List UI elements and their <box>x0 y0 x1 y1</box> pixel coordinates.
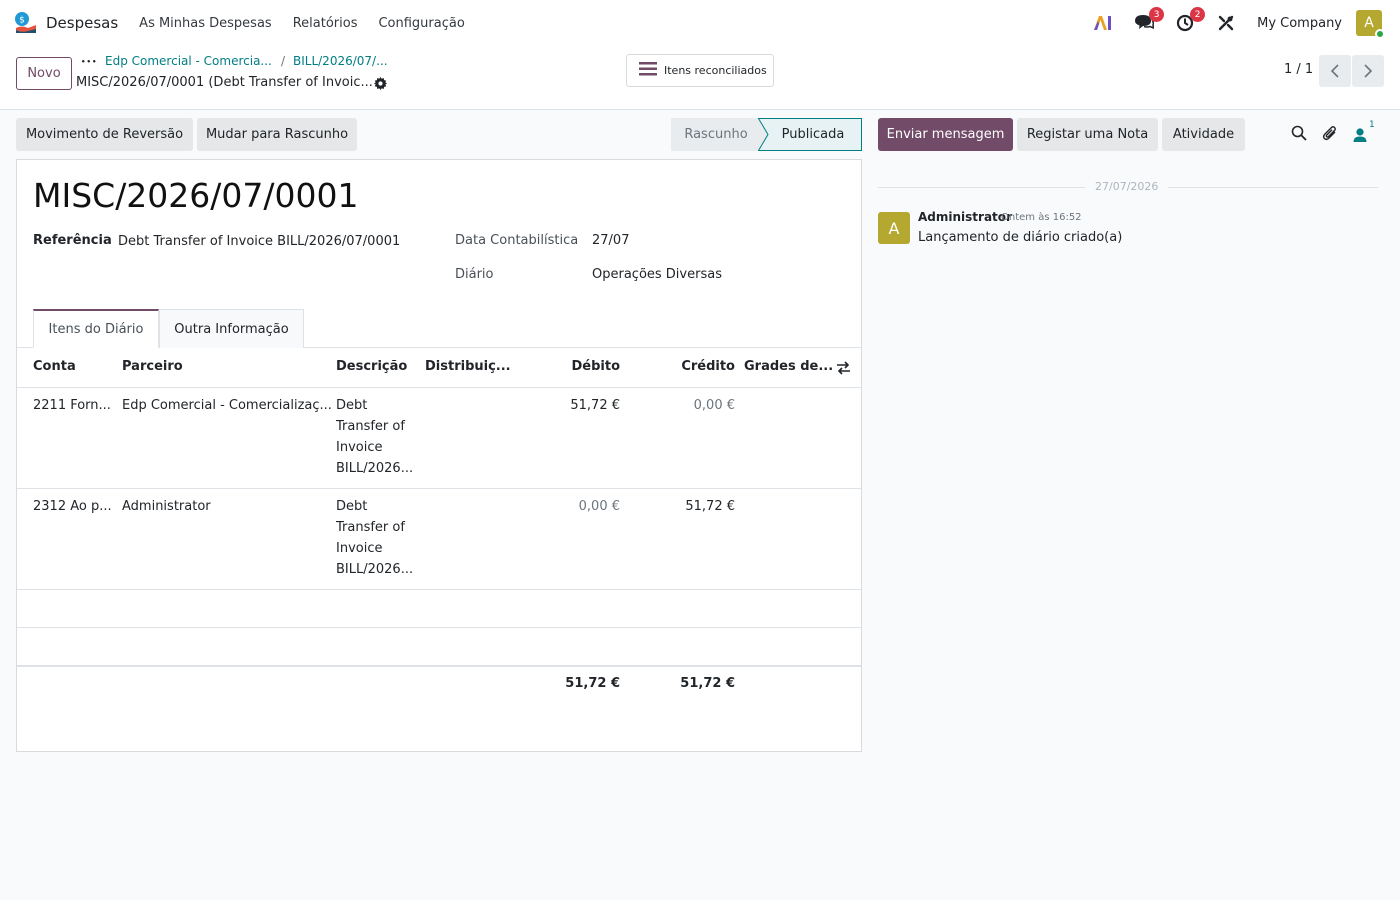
accounting-date-label: Data Contabilística <box>455 233 579 248</box>
activities-badge: 2 <box>1190 7 1206 22</box>
gear-icon[interactable] <box>374 77 387 94</box>
expenses-app-icon[interactable]: $ <box>14 11 38 35</box>
optional-columns-toggle-icon[interactable] <box>836 361 851 379</box>
breadcrumb-separator: / <box>281 54 286 68</box>
col-description[interactable]: Descrição <box>336 359 407 374</box>
stage-posted-label: Publicada <box>781 127 845 142</box>
accounting-date-value[interactable]: 27/07 <box>592 233 629 248</box>
line-debit[interactable]: 0,00 € <box>520 499 620 514</box>
grid-header: Conta Parceiro Descrição Distribuiç... D… <box>17 348 861 388</box>
reference-value[interactable]: Debt Transfer of Invoice BILL/2026/07/00… <box>118 234 400 249</box>
reference-label: Referência <box>33 233 112 248</box>
separator-line <box>878 187 1085 188</box>
list-icon <box>639 62 657 79</box>
message-body: Lançamento de diário criado(a) <box>918 230 1123 245</box>
tab-journal-items[interactable]: Itens do Diário <box>33 309 159 348</box>
breadcrumb-current-record: MISC/2026/07/0001 (Debt Transfer of Invo… <box>76 75 373 90</box>
empty-row[interactable] <box>17 628 861 666</box>
chatter-date-separator: 27/07/2026 <box>878 180 1378 194</box>
line-account[interactable]: 2211 Forn... <box>33 398 111 413</box>
line-partner[interactable]: Administrator <box>122 499 211 514</box>
pager-value[interactable]: 1 / 1 <box>1284 62 1313 77</box>
tab-other-info[interactable]: Outra Informação <box>159 309 304 348</box>
empty-row[interactable] <box>17 590 861 628</box>
line-partner[interactable]: Edp Comercial - Comercializaç... <box>122 398 332 413</box>
total-debit: 51,72 € <box>565 676 620 691</box>
message-timestamp: Ontem às 16:52 <box>1001 212 1082 223</box>
form-tabs: Itens do Diário Outra Informação <box>17 309 861 348</box>
ai-icon[interactable] <box>1092 12 1114 34</box>
record-title: MISC/2026/07/0001 <box>33 176 359 215</box>
line-credit[interactable]: 0,00 € <box>635 398 735 413</box>
line-description[interactable]: Debt Transfer of Invoice BILL/2026... <box>336 496 422 580</box>
message-author-avatar[interactable]: A <box>878 212 910 244</box>
followers-icon[interactable]: 1 <box>1353 120 1375 147</box>
app-name[interactable]: Despesas <box>46 14 118 32</box>
reverse-entry-button[interactable]: Movimento de Reversão <box>16 118 193 151</box>
line-credit[interactable]: 51,72 € <box>635 499 735 514</box>
messages-badge: 3 <box>1149 7 1165 22</box>
form-sheet: MISC/2026/07/0001 Referência Debt Transf… <box>16 159 862 752</box>
svg-text:$: $ <box>19 16 25 26</box>
total-credit: 51,72 € <box>680 676 735 691</box>
journal-value[interactable]: Operações Diversas <box>592 267 722 282</box>
activities-clock-icon[interactable]: 2 <box>1174 7 1206 34</box>
col-tax-grids[interactable]: Grades de... <box>744 359 833 374</box>
stage-draft[interactable]: Rascunho <box>671 118 767 151</box>
send-message-button[interactable]: Enviar mensagem <box>878 118 1013 151</box>
col-debit[interactable]: Débito <box>540 359 620 374</box>
col-account[interactable]: Conta <box>33 359 76 374</box>
messages-icon[interactable]: 3 <box>1133 7 1165 34</box>
control-panel: Novo ••• Edp Comercial - Comercia... / B… <box>0 46 1400 110</box>
breadcrumb-bill-link[interactable]: BILL/2026/07/... <box>293 54 388 68</box>
line-debit[interactable]: 51,72 € <box>520 398 620 413</box>
log-note-button[interactable]: Registar uma Nota <box>1017 118 1158 151</box>
activity-button[interactable]: Atividade <box>1162 118 1245 151</box>
menu-reports[interactable]: Relatórios <box>293 16 358 31</box>
breadcrumb-partner-link[interactable]: Edp Comercial - Comercia... <box>105 54 272 68</box>
separator-line <box>1168 187 1378 188</box>
user-avatar[interactable]: A <box>1356 10 1385 39</box>
menu-configuration[interactable]: Configuração <box>378 16 464 31</box>
message-author[interactable]: Administrator <box>918 210 1012 224</box>
company-switcher[interactable]: My Company <box>1257 16 1342 31</box>
chevron-right-icon <box>1364 64 1373 78</box>
search-icon[interactable] <box>1291 125 1307 145</box>
stage-posted[interactable]: Publicada <box>758 118 862 151</box>
reconciled-items-button[interactable]: Itens reconciliados <box>626 54 774 87</box>
tools-icon[interactable] <box>1215 12 1237 34</box>
line-description[interactable]: Debt Transfer of Invoice BILL/2026... <box>336 395 422 479</box>
new-button[interactable]: Novo <box>16 57 72 90</box>
journal-label: Diário <box>455 267 494 282</box>
reconciled-items-label: Itens reconciliados <box>664 64 767 77</box>
online-status-dot <box>1375 29 1385 39</box>
table-row[interactable]: 2211 Forn... Edp Comercial - Comercializ… <box>17 388 861 489</box>
breadcrumb-more-dots[interactable]: ••• <box>81 58 97 66</box>
grid-footer-totals: 51,72 € 51,72 € <box>17 665 861 705</box>
pager-previous-button[interactable] <box>1319 55 1351 87</box>
menu-my-expenses[interactable]: As Minhas Despesas <box>139 16 272 31</box>
navbar-systray: 3 2 My Company A <box>1073 0 1385 46</box>
col-partner[interactable]: Parceiro <box>122 359 183 374</box>
line-account[interactable]: 2312 Ao p... <box>33 499 112 514</box>
top-navbar: $ Despesas As Minhas Despesas Relatórios… <box>0 0 1400 46</box>
pager-next-button[interactable] <box>1352 55 1384 87</box>
paperclip-icon[interactable] <box>1322 125 1338 146</box>
reset-to-draft-button[interactable]: Mudar para Rascunho <box>197 118 357 151</box>
col-analytic-distribution[interactable]: Distribuiç... <box>425 359 511 374</box>
user-avatar-initial: A <box>1364 15 1374 31</box>
table-row[interactable]: 2312 Ao p... Administrator Debt Transfer… <box>17 489 861 590</box>
date-separator-text: 27/07/2026 <box>1095 180 1159 193</box>
col-credit[interactable]: Crédito <box>655 359 735 374</box>
chevron-left-icon <box>1330 64 1339 78</box>
followers-count: 1 <box>1369 120 1375 130</box>
